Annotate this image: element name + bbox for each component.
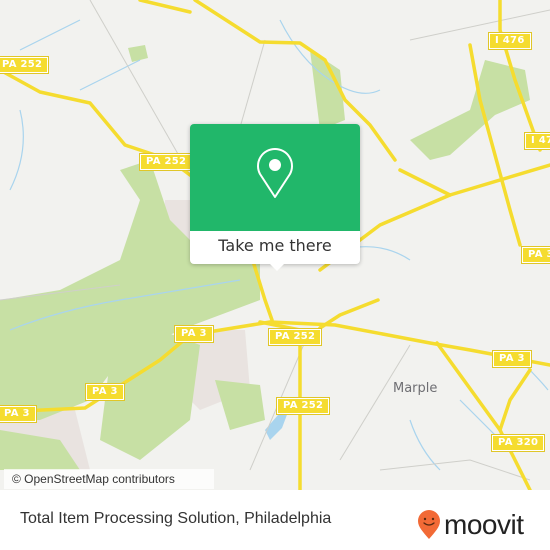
road-shield-pa3: PA 3 [85,383,125,401]
road-shield-pa3: PA 3 [521,246,550,264]
take-me-there-button[interactable]: Take me there [190,231,360,264]
road-shield-pa320: PA 320 [490,434,546,452]
road-shield-pa252: PA 252 [275,397,331,415]
road-shield-pa3: PA 3 [492,350,532,368]
road-shield-pa3: PA 3 [174,325,214,343]
road-shield-i476: I 476 [488,32,532,50]
popup-header [190,124,360,231]
footer: Total Item Processing Solution, Philadel… [0,490,550,550]
park-area [128,45,148,62]
place-label-marple: Marple [393,381,438,396]
map-attribution[interactable]: © OpenStreetMap contributors [4,469,214,489]
map[interactable]: PA 252 PA 252 PA 252 PA 252 PA 3 PA 3 PA… [0,0,550,490]
moovit-logo[interactable]: moovit [417,509,524,540]
road-shield-pa3: PA 3 [0,405,37,423]
moovit-pin-icon [418,510,440,539]
road-shield-pa252: PA 252 [267,328,323,346]
road-shield-i476: I 476 [524,132,550,150]
moovit-wordmark: moovit [444,509,524,540]
popup-tail [268,262,286,271]
location-pin-icon [257,148,293,198]
road-shield-pa252: PA 252 [0,56,50,74]
park-area [215,380,265,430]
road-shield-pa252: PA 252 [138,153,194,171]
location-title: Total Item Processing Solution, Philadel… [20,510,332,527]
location-popup: Take me there [190,124,360,271]
